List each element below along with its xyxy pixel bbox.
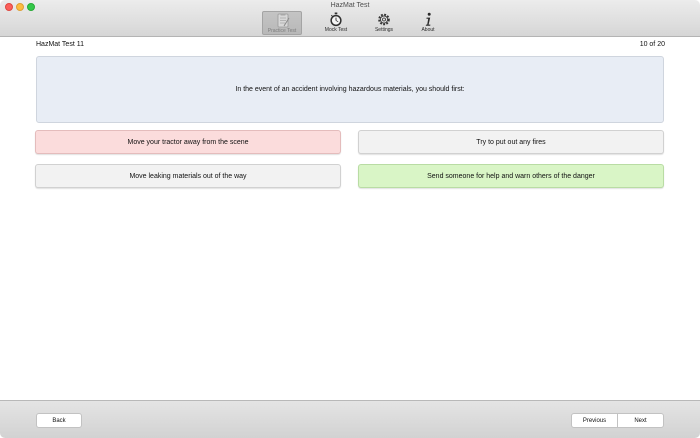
next-button[interactable]: Next [617,413,664,428]
toolbar: HazMat Test Practice Test Mock Test Sett… [0,0,700,37]
navigation-buttons: Previous Next [571,413,664,428]
toolbar-settings-label: Settings [374,27,394,33]
toolbar-settings[interactable]: Settings [364,11,404,35]
answer-option-3[interactable]: Move leaking materials out of the way [35,164,341,188]
toolbar-mock-test[interactable]: Mock Test [316,11,356,35]
bottom-bar: Back Previous Next [0,400,700,438]
previous-button[interactable]: Previous [571,413,618,428]
info-icon [425,12,431,26]
question-text: In the event of an accident involving ha… [235,86,465,93]
gear-icon [378,13,390,26]
answer-option-2-label: Try to put out any fires [476,138,546,146]
question-progress: 10 of 20 [639,41,665,48]
app-window: HazMat Test Practice Test Mock Test Sett… [0,0,700,438]
test-name: HazMat Test 11 [36,41,84,48]
toolbar-about[interactable]: About [408,11,448,35]
clipboard-icon [277,13,290,28]
toolbar-practice-test[interactable]: Practice Test [262,11,302,35]
answer-option-1[interactable]: Move your tractor away from the scene [35,130,341,154]
question-panel: In the event of an accident involving ha… [36,56,664,123]
answer-option-3-label: Move leaking materials out of the way [129,172,247,180]
answer-option-4-label: Send someone for help and warn others of… [427,172,595,180]
back-button[interactable]: Back [36,413,82,428]
answer-option-1-label: Move your tractor away from the scene [127,138,249,146]
toolbar-practice-test-label: Practice Test [267,28,297,34]
stopwatch-icon [330,12,342,27]
answer-option-2[interactable]: Try to put out any fires [358,130,664,154]
toolbar-mock-test-label: Mock Test [324,27,348,33]
toolbar-about-label: About [421,27,435,33]
answer-option-4[interactable]: Send someone for help and warn others of… [358,164,664,188]
window-title: HazMat Test [330,2,370,9]
